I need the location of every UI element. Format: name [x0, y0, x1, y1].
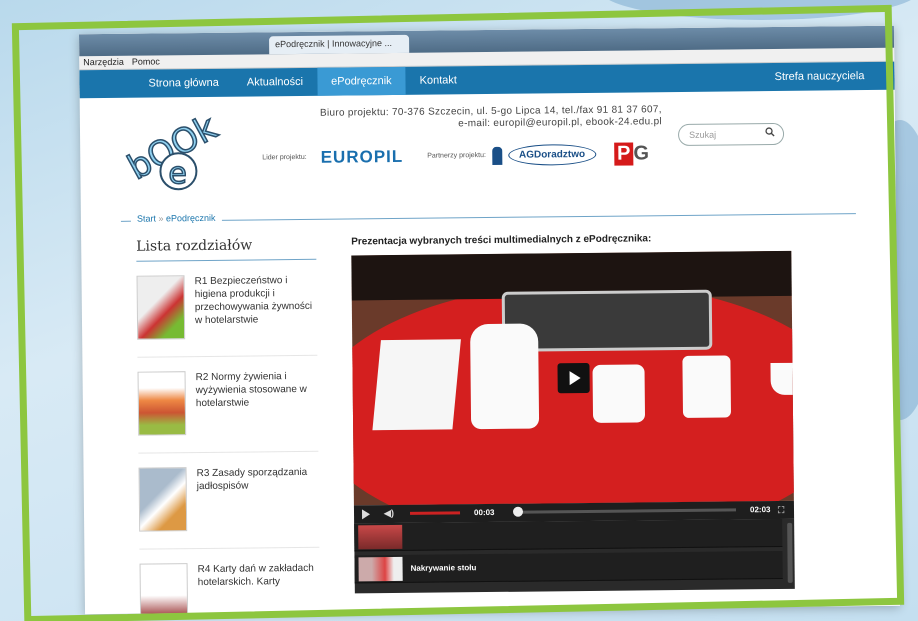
agdoradztwo-logo[interactable]: AGDoradztwo	[507, 143, 597, 166]
playlist-thumbnail	[358, 556, 403, 581]
divider	[120, 213, 856, 222]
chapter-thumbnail[interactable]	[137, 371, 187, 436]
chapter-item[interactable]: R4 Karty dań w zakładach hotelarskich. K…	[139, 548, 321, 615]
duration: 02:03	[749, 505, 771, 515]
chapter-label[interactable]: R4 Karty dań w zakładach hotelarskich. K…	[198, 562, 321, 614]
ebook-logo[interactable]: bOOk e	[120, 103, 241, 199]
chapter-thumbnail[interactable]	[138, 467, 188, 532]
chapter-label[interactable]: R2 Normy żywienia i wyżywienia stosowane…	[196, 370, 319, 434]
playlist-item[interactable]	[354, 518, 783, 552]
psg-logo-g: G	[633, 142, 650, 165]
nav-home[interactable]: Strona główna	[134, 69, 233, 98]
background-blob	[600, 0, 918, 20]
search-input[interactable]: Szukaj	[677, 122, 785, 147]
play-icon[interactable]	[557, 362, 590, 394]
fullscreen-icon[interactable]: ⛶	[778, 505, 784, 516]
playlist-label: Nakrywanie stołu	[410, 563, 477, 573]
chapter-thumbnail[interactable]	[139, 563, 189, 615]
current-time: 00:03	[473, 507, 495, 518]
browser-tab[interactable]: ePodręcznik | Innowacyjne ...	[269, 34, 410, 55]
video-playlist: Nakrywanie stołu	[354, 518, 795, 594]
europil-logo[interactable]: EUROPIL	[321, 146, 404, 167]
psg-logo[interactable]: P G	[613, 142, 650, 166]
search-placeholder: Szukaj	[689, 129, 717, 140]
chapter-item[interactable]: R1 Bezpieczeństwo i higiena produkcji i …	[136, 259, 318, 358]
nav-epodrecznik[interactable]: ePodręcznik	[316, 66, 406, 96]
chapter-item[interactable]: R2 Normy żywienia i wyżywienia stosowane…	[137, 355, 319, 454]
main-content: Prezentacja wybranych treści multimedial…	[351, 232, 795, 594]
volume-slider[interactable]	[410, 511, 461, 515]
presentation-title: Prezentacja wybranych treści multimedial…	[351, 233, 652, 248]
menu-help[interactable]: Pomoc	[132, 56, 160, 67]
video-frame-napkin	[372, 339, 461, 431]
menu-tools[interactable]: Narzędzia	[83, 57, 124, 68]
leader-label: Lider projektu:	[262, 153, 307, 162]
video-frame-sugar-bowl	[592, 364, 646, 423]
chapter-thumbnail[interactable]	[136, 275, 186, 340]
playlist-item[interactable]: Nakrywanie stołu	[354, 550, 783, 584]
nav-teacher-zone[interactable]: Strefa nauczyciela	[774, 62, 865, 91]
nav-news[interactable]: Aktualności	[233, 68, 318, 97]
video-frame-cup	[770, 362, 794, 396]
video-frame-creamer	[682, 355, 732, 418]
nav-contact[interactable]: Kontakt	[405, 66, 471, 95]
seek-handle[interactable]	[513, 506, 524, 517]
breadcrumb-start[interactable]: Start	[137, 213, 156, 223]
seek-bar[interactable]	[513, 508, 737, 514]
volume-icon[interactable]: ◀)	[384, 508, 394, 519]
breadcrumb-current[interactable]: ePodręcznik	[166, 213, 216, 224]
video-player[interactable]	[351, 250, 794, 506]
breadcrumb: Start » ePodręcznik	[130, 212, 222, 224]
chapter-item[interactable]: R3 Zasady sporządzania jadłospisów	[138, 451, 320, 550]
project-office-info: Biuro projektu: 70-376 Szczecin, ul. 5-g…	[262, 104, 662, 132]
svg-text:e: e	[168, 156, 187, 191]
control-play-icon[interactable]	[361, 509, 371, 520]
site-header: bOOk e Biuro projektu: 70-376 Szczecin, …	[80, 90, 896, 211]
playlist-scrollbar[interactable]	[787, 522, 793, 583]
person-icon	[491, 146, 503, 165]
partners-row: Lider projektu: EUROPIL Partnerzy projek…	[262, 142, 682, 169]
sidebar-title: Lista rozdziałów	[136, 236, 317, 262]
breadcrumb-separator: »	[158, 213, 164, 224]
search-icon[interactable]	[765, 127, 775, 137]
partners-label: Partnerzy projektu:	[427, 152, 486, 160]
browser-screen: ePodręcznik | Innowacyjne ... Narzędzia …	[78, 25, 901, 615]
chapter-label[interactable]: R3 Zasady sporządzania jadłospisów	[197, 466, 320, 530]
chapter-label[interactable]: R1 Bezpieczeństwo i higiena produkcji i …	[195, 274, 318, 338]
psg-logo-p: P	[613, 142, 634, 166]
playlist-thumbnail	[358, 524, 403, 549]
video-frame-coffee-pot	[470, 323, 540, 430]
chapter-sidebar: Lista rozdziałów R1 Bezpieczeństwo i hig…	[136, 236, 321, 615]
